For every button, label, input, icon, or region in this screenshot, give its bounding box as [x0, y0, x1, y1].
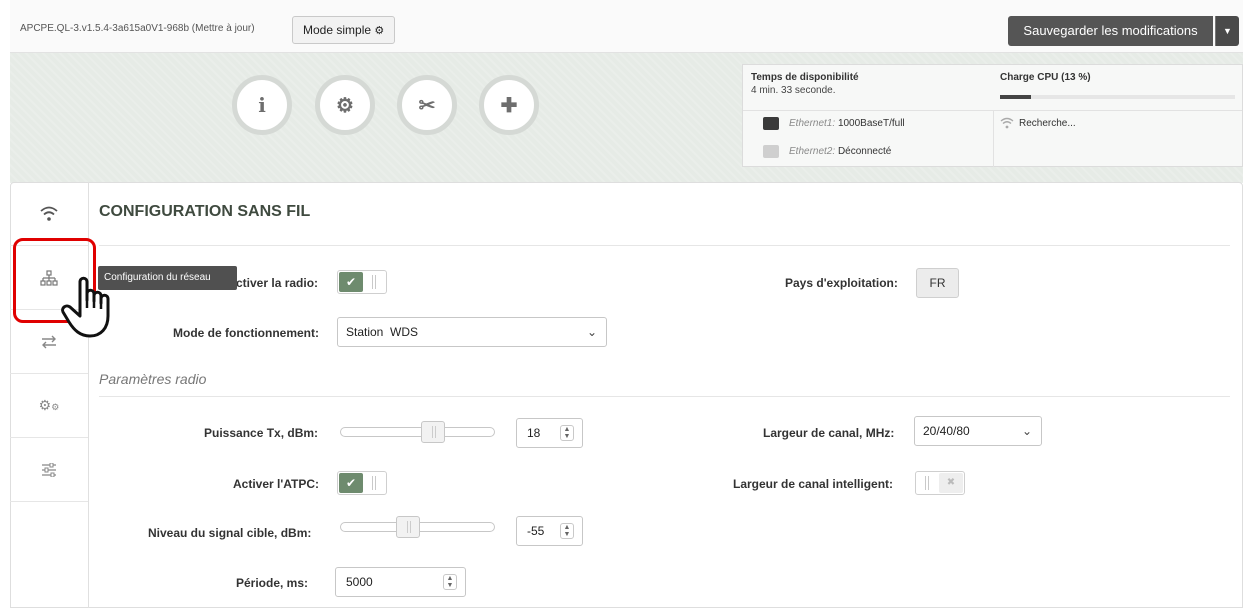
wifi-status: Recherche...: [1019, 118, 1076, 129]
info-icon[interactable]: i: [232, 75, 292, 135]
chevron-down-icon: ⌄: [1021, 424, 1032, 438]
mode-simple-button[interactable]: Mode simple ⚙: [292, 16, 396, 44]
gears-icon: ⚙⚙: [38, 397, 60, 413]
cpu-title: Charge CPU (13 %): [1000, 72, 1091, 83]
uptime-value: 4 min. 33 seconde.: [751, 85, 836, 96]
divider: [99, 245, 1230, 246]
wifi-icon: [1000, 117, 1014, 132]
radio-enable-toggle[interactable]: ✔: [337, 270, 387, 294]
period-value: 5000: [346, 575, 373, 589]
slider-handle[interactable]: [421, 421, 445, 443]
ethernet-port-icon: [763, 117, 779, 130]
tx-power-stepper[interactable]: 18 ▲ ▼: [516, 418, 583, 448]
check-icon: ✔: [339, 272, 363, 292]
wifi-icon: [40, 206, 58, 221]
stepper-arrows-icon[interactable]: ▲ ▼: [560, 425, 574, 441]
ethernet2-value: Déconnecté: [837, 146, 892, 157]
gear-icon: ⚙: [374, 25, 385, 37]
medkit-icon[interactable]: ✚: [479, 75, 539, 135]
slider-handle[interactable]: [396, 516, 420, 538]
signal-level-value: -55: [527, 524, 545, 538]
sidebar-item-wireless[interactable]: [10, 182, 88, 246]
ethernet1-status: Ethernet1: 1000BaseT/full: [789, 118, 905, 129]
sliders-icon: [42, 462, 56, 477]
ethernet1-value: 1000BaseT/full: [837, 118, 905, 129]
channel-width-select[interactable]: 20/40/80 ⌄: [914, 416, 1042, 446]
check-icon: ✔: [339, 473, 363, 493]
top-bar: APCPE.QL-3.v1.5.4-3a615a0V1-968b (Mettre…: [10, 0, 1243, 53]
stepper-arrows-icon[interactable]: ▲ ▼: [560, 523, 574, 539]
pointer-hand-icon: [61, 276, 110, 338]
close-icon: ✖: [939, 473, 963, 493]
status-panel: Temps de disponibilité 4 min. 33 seconde…: [742, 64, 1243, 167]
divider: [99, 396, 1230, 397]
gear-icon[interactable]: ⚙: [315, 75, 375, 135]
signal-level-label: Niveau du signal cible, dBm:: [148, 526, 312, 540]
ethernet1-name: Ethernet1:: [789, 118, 836, 129]
ethernet-port-icon: [763, 145, 779, 158]
firmware-version[interactable]: APCPE.QL-3.v1.5.4-3a615a0V1-968b (Mettre…: [20, 23, 255, 34]
smart-width-label: Largeur de canal intelligent:: [733, 477, 894, 491]
radio-params-subtitle: Paramètres radio: [99, 371, 207, 387]
mode-select[interactable]: Station WDS ⌄: [337, 317, 607, 347]
cpu-bar-fill: [1000, 95, 1031, 99]
atpc-label: Activer l'ATPC:: [233, 477, 319, 491]
save-button[interactable]: Sauvegarder les modifications: [1008, 16, 1213, 46]
sidebar-item-services[interactable]: ⚙⚙: [10, 374, 88, 438]
tx-power-value: 18: [527, 426, 541, 440]
cpu-bar: [1000, 95, 1235, 99]
smart-width-toggle[interactable]: ✖: [915, 471, 965, 495]
channel-width-value: 20/40/80: [923, 424, 970, 438]
section-title: CONFIGURATION SANS FIL: [99, 203, 311, 220]
chevron-down-icon: ⌄: [586, 325, 597, 339]
ethernet2-name: Ethernet2:: [789, 146, 836, 157]
radio-enable-label: ctiver la radio:: [236, 276, 319, 290]
tools-icon[interactable]: ✂: [397, 75, 457, 135]
stepper-arrows-icon[interactable]: ▲ ▼: [443, 574, 457, 590]
save-dropdown-caret-icon[interactable]: ▼: [1215, 16, 1239, 46]
mode-label: Mode de fonctionnement:: [173, 326, 319, 340]
period-label: Période, ms:: [236, 576, 309, 590]
mode-button-label: Mode simple: [303, 23, 372, 37]
country-label: Pays d'exploitation:: [785, 276, 898, 290]
transfer-icon: [42, 335, 56, 348]
tx-power-label: Puissance Tx, dBm:: [204, 426, 319, 440]
tx-power-slider[interactable]: [340, 421, 495, 443]
signal-level-slider[interactable]: [340, 516, 495, 538]
signal-level-stepper[interactable]: -55 ▲ ▼: [516, 516, 583, 546]
period-stepper[interactable]: 5000 ▲ ▼: [335, 567, 466, 597]
sidebar-item-settings[interactable]: [10, 438, 88, 502]
atpc-toggle[interactable]: ✔: [337, 471, 387, 495]
uptime-title: Temps de disponibilité: [751, 72, 859, 83]
country-value: FR: [916, 268, 959, 298]
channel-width-label: Largeur de canal, MHz:: [763, 426, 895, 440]
mode-select-value: Station WDS: [346, 325, 419, 339]
ethernet2-status: Ethernet2: Déconnecté: [789, 146, 891, 157]
